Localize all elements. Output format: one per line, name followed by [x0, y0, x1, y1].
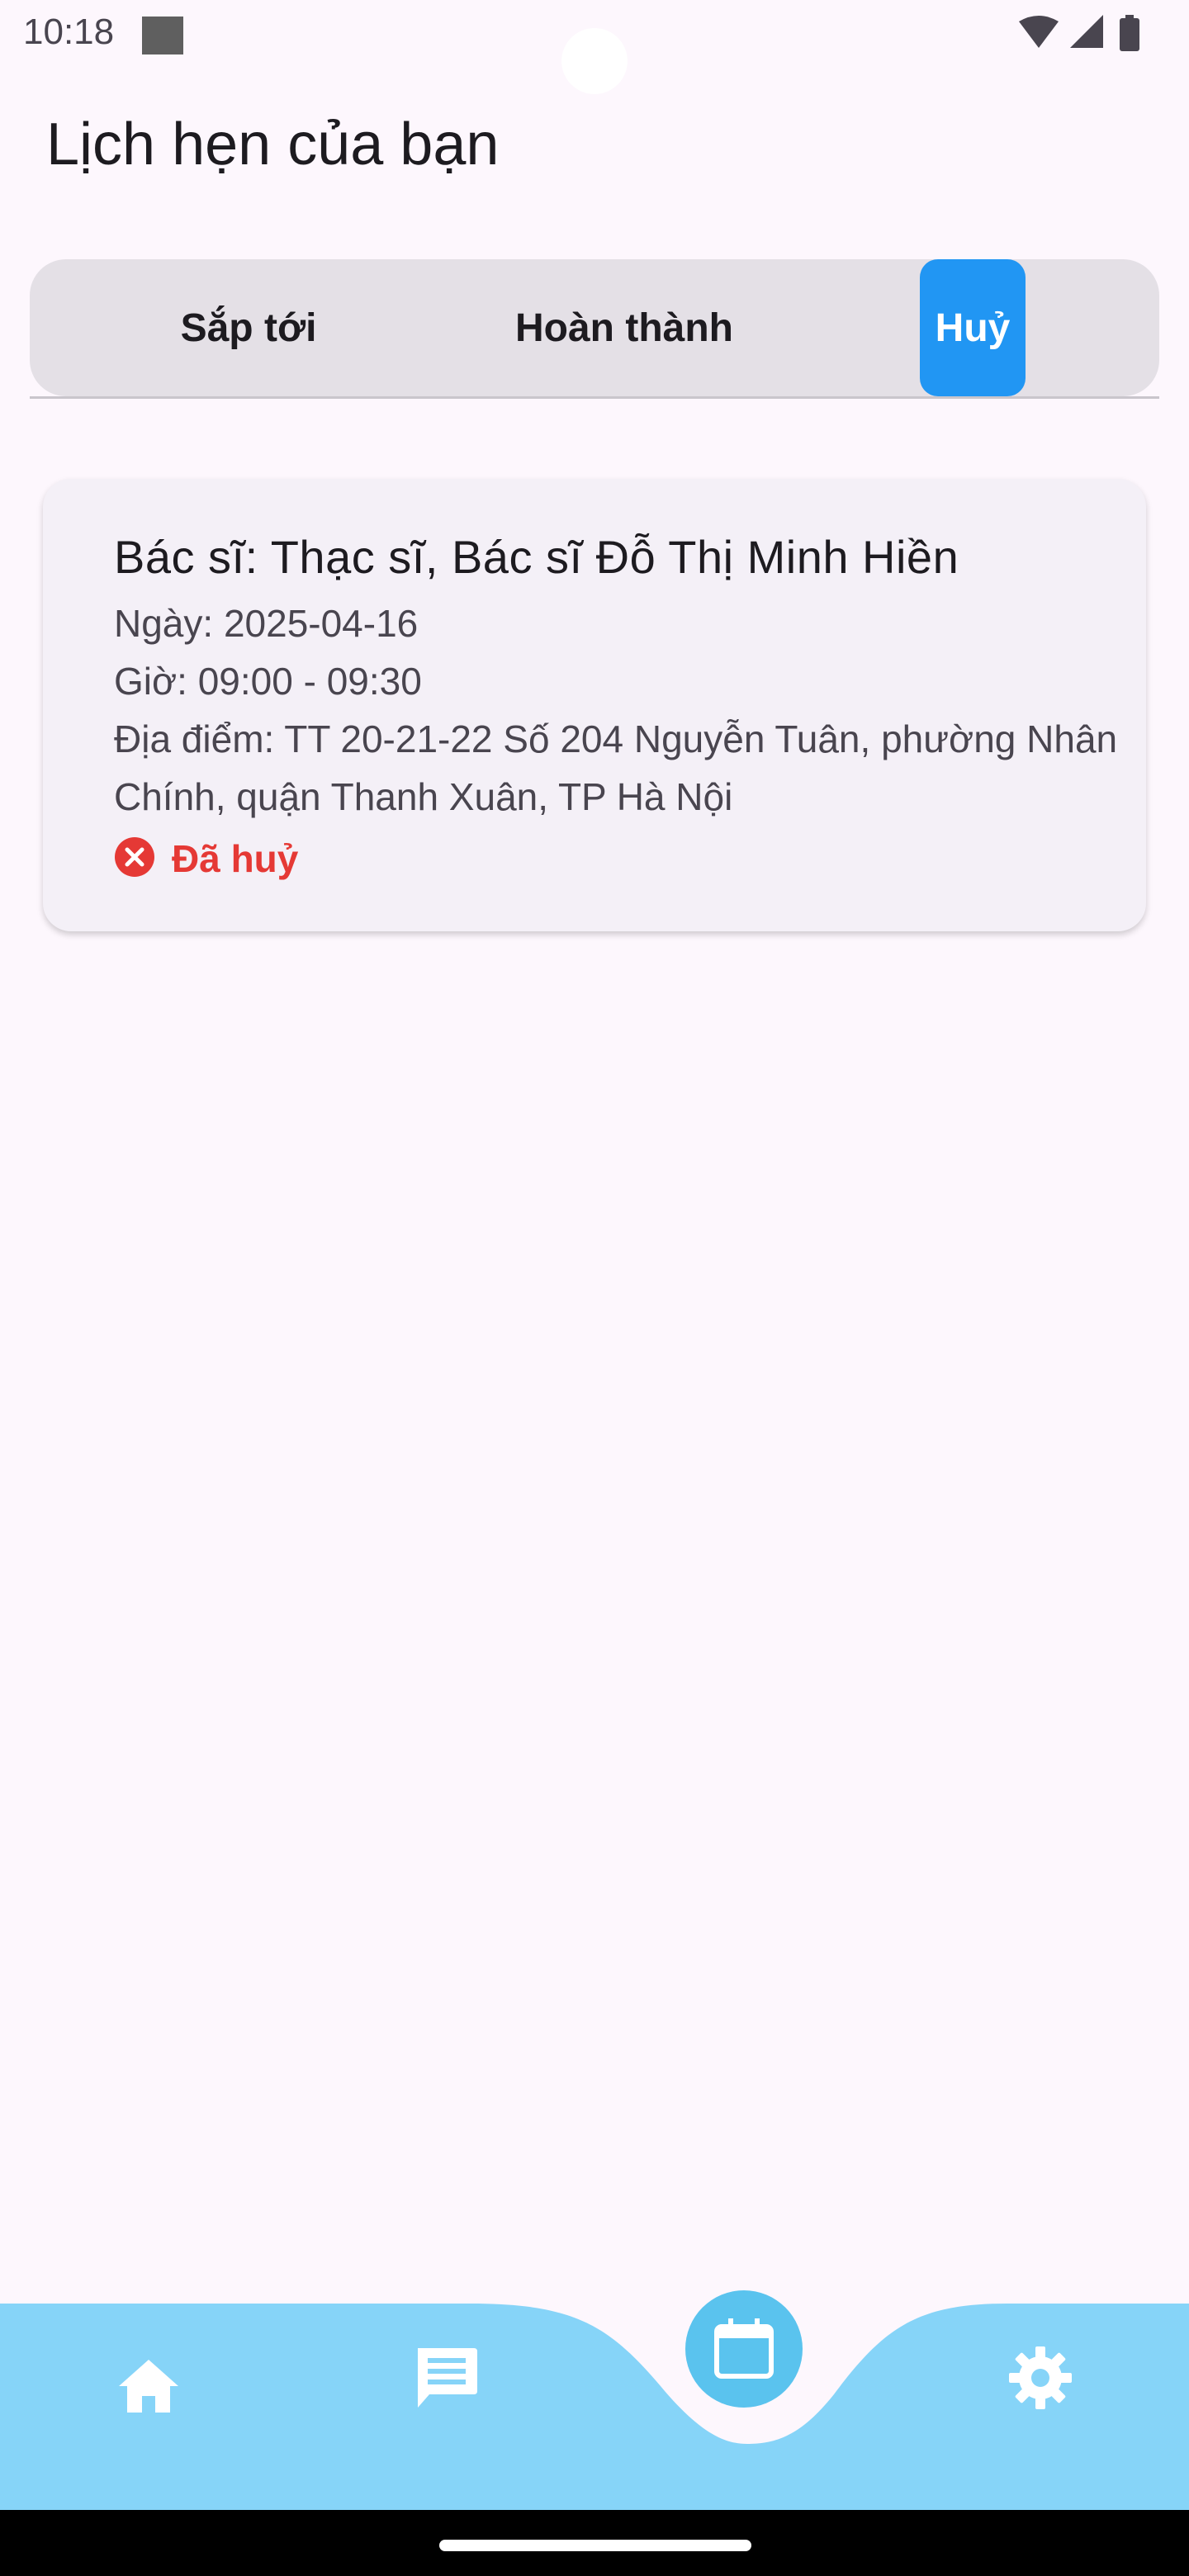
appointment-time: Giờ: 09:00 - 09:30 — [114, 660, 422, 703]
tab-cancelled[interactable]: Huỷ — [920, 259, 1026, 396]
status-label: Đã huỷ — [172, 837, 299, 880]
message-icon — [418, 2348, 477, 2408]
status-time: 10:18 — [23, 12, 115, 52]
nav-calendar-button[interactable] — [685, 2290, 803, 2408]
battery-icon — [1120, 15, 1139, 51]
appointment-date: Ngày: 2025-04-16 — [114, 602, 419, 645]
appointment-address: Địa điểm: TT 20-21-22 Số 204 Nguyễn Tuân… — [114, 717, 1118, 818]
status-icons — [1017, 15, 1149, 59]
nav-settings-button[interactable] — [999, 2337, 1082, 2419]
home-icon — [119, 2360, 178, 2413]
calendar-icon — [714, 2318, 774, 2379]
appointments-screen: 10:18 Lịch hẹn của bạn Sắp tới Hoàn thàn… — [0, 0, 1189, 2576]
doctor-name: Bác sĩ: Thạc sĩ, Bác sĩ Đỗ Thị Minh Hiền — [114, 531, 959, 583]
wifi-icon — [1019, 16, 1059, 48]
nav-home-button[interactable] — [107, 2345, 190, 2427]
notification-icon — [142, 17, 183, 54]
tab-completed[interactable]: Hoàn thành — [443, 259, 806, 396]
nav-messages-button[interactable] — [405, 2337, 487, 2419]
page-title: Lịch hẹn của bạn — [46, 111, 500, 178]
cancel-circle-icon — [114, 836, 155, 882]
signal-icon — [1070, 15, 1103, 48]
settings-icon — [1009, 2346, 1072, 2409]
tab-divider — [30, 396, 1159, 399]
status-bar: 10:18 — [0, 0, 1189, 94]
appointment-card[interactable]: Bác sĩ: Thạc sĩ, Bác sĩ Đỗ Thị Minh Hiền… — [43, 479, 1146, 931]
tab-upcoming[interactable]: Sắp tới — [104, 259, 393, 396]
camera-cutout — [561, 28, 628, 94]
appointment-status: Đã huỷ — [114, 834, 298, 883]
home-gesture-handle[interactable] — [439, 2540, 751, 2551]
appointment-tabs: Sắp tới Hoàn thành Huỷ — [30, 259, 1159, 396]
